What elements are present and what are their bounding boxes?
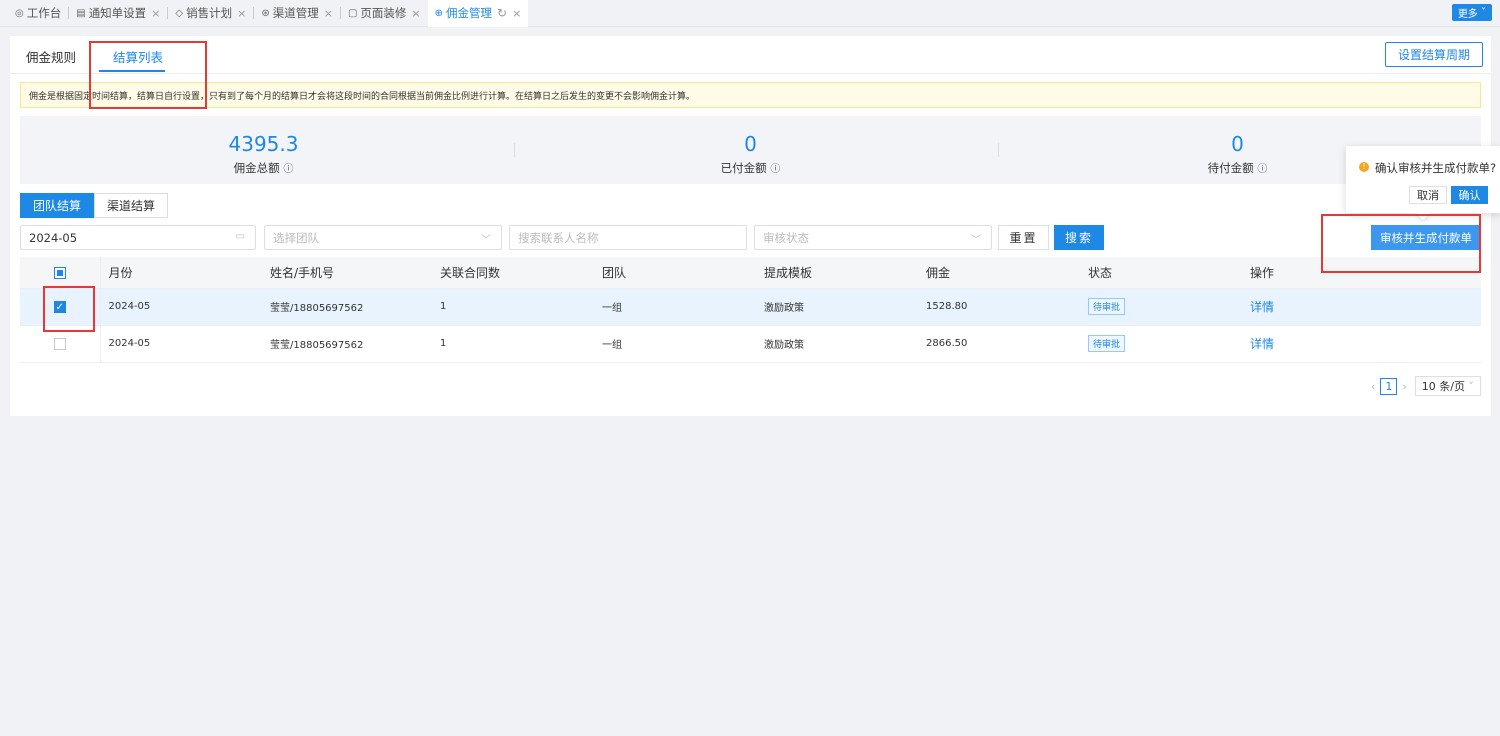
prev-page-icon[interactable]: ‹ <box>1371 380 1375 393</box>
help-icon[interactable]: ⓘ <box>1257 164 1267 175</box>
contact-search-input[interactable]: 搜索联系人名称 <box>509 225 747 250</box>
page-size-select[interactable]: 10 条/页 ˅ <box>1414 376 1481 396</box>
stat-label: 佣金总额 <box>233 161 280 175</box>
stat-paid-amount: 0 已付金额 ⓘ <box>507 116 994 184</box>
stat-value: 4395.3 <box>228 132 299 156</box>
subtab-commission-rules[interactable]: 佣金规则 <box>26 47 76 66</box>
cell-name-phone: 莹莹/18805697562 <box>262 288 432 326</box>
stat-label: 待付金额 <box>1207 161 1254 175</box>
search-button[interactable]: 搜索 <box>1054 225 1104 250</box>
chevron-down-icon: ˅ <box>1468 379 1475 393</box>
stat-value: 0 <box>744 132 757 156</box>
table-header-row: 月份 姓名/手机号 关联合同数 团队 提成模板 佣金 状态 操作 <box>20 257 1481 289</box>
tab-bar: ◎ 工作台 ▤ 通知单设置 × ◇ 销售计划 × ⊛ 渠道管理 × ▢ 页面装修… <box>0 0 1500 27</box>
confirm-popover: ! 确认审核并生成付款单? 取消 确认 <box>1346 146 1500 221</box>
refresh-icon[interactable]: ↻ <box>497 6 507 20</box>
select-all-checkbox[interactable] <box>53 266 66 279</box>
reset-button[interactable]: 重置 <box>998 225 1049 250</box>
next-page-icon[interactable]: › <box>1402 380 1406 393</box>
table-row[interactable]: 2024-05 莹莹/18805697562 1 一组 激励政策 2866.50… <box>20 325 1481 363</box>
calendar-icon: ▭ <box>235 231 245 242</box>
subtab-settlement-list[interactable]: 结算列表 <box>113 47 163 66</box>
stat-label: 已付金额 <box>720 161 767 175</box>
tag-icon: ◇ <box>175 7 184 19</box>
cell-template: 激励政策 <box>756 288 918 326</box>
close-icon[interactable]: × <box>411 7 420 20</box>
row-checkbox[interactable]: ✓ <box>53 300 66 313</box>
segment-channel-settlement[interactable]: 渠道结算 <box>94 193 169 218</box>
cell-commission: 2866.50 <box>918 325 1080 363</box>
row-checkbox[interactable] <box>53 337 66 350</box>
cell-name-phone: 莹莹/18805697562 <box>262 325 432 363</box>
cancel-button[interactable]: 取消 <box>1409 186 1447 204</box>
subtab-bar: 佣金规则 结算列表 设置结算周期 <box>10 36 1491 74</box>
cell-month: 2024-05 <box>100 288 262 326</box>
page-icon: ▢ <box>347 7 358 19</box>
review-status-select[interactable]: 审核状态 ﹀ <box>754 225 992 250</box>
table-row[interactable]: ✓ 2024-05 莹莹/18805697562 1 一组 激励政策 1528.… <box>20 288 1481 326</box>
tab-notice-settings[interactable]: ▤ 通知单设置 × <box>69 0 167 27</box>
status-badge: 待审批 <box>1088 335 1126 352</box>
cell-month: 2024-05 <box>100 325 262 363</box>
column-header: 佣金 <box>918 257 1080 289</box>
chevron-down-icon: ˅ <box>1481 7 1486 18</box>
column-header: 姓名/手机号 <box>262 257 432 289</box>
tab-sales-plan[interactable]: ◇ 销售计划 × <box>168 0 253 27</box>
chevron-down-icon: ﹀ <box>481 235 491 246</box>
close-icon[interactable]: × <box>324 7 333 20</box>
tab-commission-management[interactable]: ⊕ 佣金管理 ↻ × <box>427 0 529 27</box>
stats-summary: 4395.3 佣金总额 ⓘ 0 已付金额 ⓘ 0 待付金额 ⓘ <box>20 116 1481 184</box>
settlement-table: 月份 姓名/手机号 关联合同数 团队 提成模板 佣金 状态 操作 ✓ 2024-… <box>20 257 1481 363</box>
page-number[interactable]: 1 <box>1380 377 1398 395</box>
close-icon[interactable]: × <box>151 7 160 20</box>
tab-channel-management[interactable]: ⊛ 渠道管理 × <box>254 0 340 27</box>
column-header: 关联合同数 <box>432 257 594 289</box>
notice-icon: ▤ <box>76 7 86 19</box>
cell-template: 激励政策 <box>756 325 918 363</box>
cell-contracts: 1 <box>432 325 594 363</box>
pagination: ‹ 1 › 10 条/页 ˅ <box>1371 376 1481 396</box>
close-icon[interactable]: × <box>237 7 246 20</box>
close-icon[interactable]: × <box>512 7 521 20</box>
column-header: 提成模板 <box>756 257 918 289</box>
commission-panel: 佣金规则 结算列表 设置结算周期 佣金是根据固定时间结算，结算日自行设置，只有到… <box>10 36 1491 416</box>
month-picker[interactable]: 2024-05 ▭ <box>20 225 256 250</box>
set-settlement-period-button[interactable]: 设置结算周期 <box>1384 42 1483 67</box>
warning-icon: ! <box>1359 162 1369 172</box>
help-icon[interactable]: ⓘ <box>770 164 780 175</box>
column-header: 月份 <box>100 257 262 289</box>
column-header: 操作 <box>1242 257 1481 289</box>
channel-icon: ⊛ <box>261 7 270 19</box>
column-header: 状态 <box>1080 257 1242 289</box>
tab-dashboard[interactable]: ◎ 工作台 <box>8 0 68 27</box>
team-select[interactable]: 选择团队 ﹀ <box>264 225 502 250</box>
segment-team-settlement[interactable]: 团队结算 <box>20 193 95 218</box>
detail-link[interactable]: 详情 <box>1250 337 1274 351</box>
cell-team: 一组 <box>594 288 756 326</box>
notice-banner: 佣金是根据固定时间结算，结算日自行设置，只有到了每个月的结算日才会将这段时间的合… <box>20 82 1481 108</box>
dashboard-icon: ◎ <box>15 7 24 19</box>
active-subtab-indicator <box>99 70 165 72</box>
cell-contracts: 1 <box>432 288 594 326</box>
chevron-down-icon: ﹀ <box>971 235 981 246</box>
commission-icon: ⊕ <box>434 7 443 19</box>
tab-page-decoration[interactable]: ▢ 页面装修 × <box>341 0 428 27</box>
more-tabs-button[interactable]: 更多 ˅ <box>1451 4 1492 21</box>
status-badge: 待审批 <box>1088 298 1126 315</box>
column-header: 团队 <box>594 257 756 289</box>
approve-generate-payment-button[interactable]: 审核并生成付款单 <box>1371 225 1481 250</box>
confirm-message: 确认审核并生成付款单? <box>1375 161 1497 175</box>
cell-commission: 1528.80 <box>918 288 1080 326</box>
settlement-type-switch: 团队结算 渠道结算 <box>20 193 169 218</box>
help-icon[interactable]: ⓘ <box>283 164 293 175</box>
stat-total-commission: 4395.3 佣金总额 ⓘ <box>20 116 507 184</box>
confirm-button[interactable]: 确认 <box>1451 186 1488 204</box>
cell-team: 一组 <box>594 325 756 363</box>
detail-link[interactable]: 详情 <box>1250 300 1274 314</box>
